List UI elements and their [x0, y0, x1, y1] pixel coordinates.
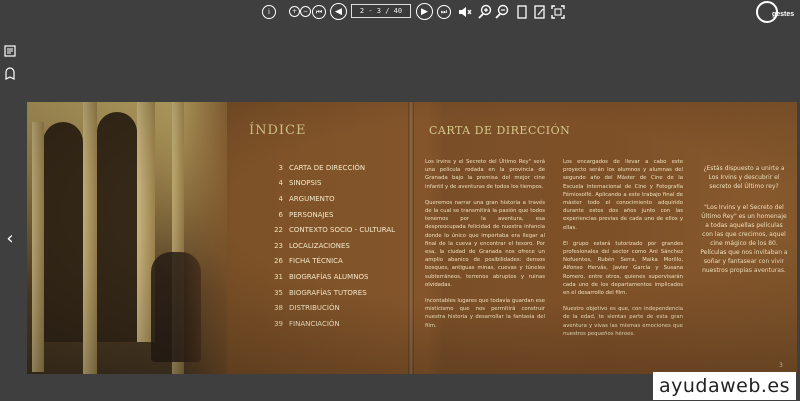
zoom-in-small-icon[interactable]: +: [289, 6, 300, 17]
toc-item[interactable]: 39 FINANCIACIÓN: [263, 316, 413, 332]
viewer-toolbar: i + − ⏮ ◀ 2 - 3 / 40 ▶ ⏭ gestes: [0, 0, 800, 26]
toc-item[interactable]: 38 DISTRIBUCIÓN: [263, 300, 413, 316]
letter-paragraph: Nuestro objetivo es que, con independenc…: [563, 306, 683, 337]
toc-item-number: 35: [274, 288, 283, 297]
letter-paragraph: "Los Irvins y el Secreto del Último Rey"…: [700, 204, 788, 274]
toc-item[interactable]: 35 BIOGRAFÍAS TUTORES: [263, 285, 413, 301]
toc-item-number: 38: [274, 304, 283, 313]
letter-paragraph: Queremos narrar una gran historia a trav…: [425, 199, 545, 288]
toc-item[interactable]: 6 PERSONAJES: [263, 207, 413, 223]
toc-item[interactable]: 3 CARTA DE DIRECCIÓN: [263, 160, 413, 176]
toc-item[interactable]: 22 CONTEXTO SOCIO - CULTURAL: [263, 222, 413, 238]
toc-item-label: BIOGRAFÍAS TUTORES: [289, 288, 367, 297]
site-watermark: ayudaweb.es: [653, 372, 796, 400]
toc-item-number: 4: [278, 179, 283, 188]
letter-column-3: ¿Estás dispuesto a unirte a Los Irvins y…: [699, 164, 789, 287]
first-page-icon[interactable]: ⏮: [312, 5, 326, 19]
letter-paragraph: El grupo estará tutorizado por grandes p…: [563, 240, 683, 297]
toc-item-number: 39: [274, 319, 283, 328]
info-icon[interactable]: i: [262, 5, 276, 19]
letter-paragraph: ¿Estás dispuesto a unirte a Los Irvins y…: [703, 165, 785, 190]
zoom-in-icon[interactable]: [477, 3, 493, 21]
toc-item[interactable]: 31 BIOGRAFÍAS ALUMNOS: [263, 269, 413, 285]
toc-item-number: 4: [278, 194, 283, 203]
next-page-icon[interactable]: ▶: [416, 3, 433, 20]
toc-item-label: ARGUMENTO: [289, 194, 335, 203]
toc-item-label: FINANCIACIÓN: [289, 319, 340, 328]
letter-paragraph: Los Irvins y el Secreto del Último Rey" …: [425, 159, 545, 190]
toc-item-label: CONTEXTO SOCIO - CULTURAL: [289, 226, 396, 235]
publisher-logo: gestes: [756, 1, 796, 25]
toc-item-label: LOCALIZACIONES: [289, 241, 350, 250]
toc-item-number: 26: [274, 257, 283, 266]
letter-column-2: Los encargados de llevar a cabo este pro…: [563, 158, 683, 346]
toc-item-label: SINOPSIS: [289, 179, 322, 188]
last-page-icon[interactable]: ⏭: [437, 5, 451, 19]
toc-item-label: DISTRIBUCIÓN: [289, 304, 340, 313]
toc-item-label: BIOGRAFÍAS ALUMNOS: [289, 272, 369, 281]
fullscreen-icon[interactable]: [551, 3, 565, 21]
letter-column-1: Los Irvins y el Secreto del Último Rey" …: [425, 158, 545, 338]
toc-item[interactable]: 4 ARGUMENTO: [263, 191, 413, 207]
sound-off-icon[interactable]: [458, 3, 472, 21]
toc-item-number: 23: [274, 241, 283, 250]
toc-item-label: CARTA DE DIRECCIÓN: [289, 163, 366, 172]
toc-item-number: 6: [278, 210, 283, 219]
table-of-contents-icon[interactable]: [3, 44, 17, 58]
bookmark-icon[interactable]: [3, 66, 17, 80]
previous-spread-arrow-icon[interactable]: ‹: [3, 228, 17, 249]
zoom-out-small-icon[interactable]: −: [300, 6, 311, 17]
single-page-icon[interactable]: [516, 3, 528, 21]
letter-paragraph: Incontables lugares que todavía guardan …: [425, 298, 545, 329]
index-title: ÍNDICE: [249, 123, 307, 138]
toc-item[interactable]: 26 FICHA TÉCNICA: [263, 254, 413, 270]
edit-page-icon[interactable]: [533, 3, 547, 21]
toc-item-label: PERSONAJES: [289, 210, 334, 219]
toc-item[interactable]: 4 SINOPSIS: [263, 176, 413, 192]
letter-title: CARTA DE DIRECCIÓN: [429, 124, 571, 137]
toc-item-number: 22: [274, 226, 283, 235]
page-indicator[interactable]: 2 - 3 / 40: [351, 4, 411, 18]
book-spread: ÍNDICE 3 CARTA DE DIRECCIÓN 4 SINOPSIS 4 ARGU…: [27, 102, 797, 374]
toc-item-label: FICHA TÉCNICA: [289, 257, 343, 266]
toc-item[interactable]: 23 LOCALIZACIONES: [263, 238, 413, 254]
toc-item-number: 31: [274, 272, 283, 281]
table-of-contents: 3 CARTA DE DIRECCIÓN 4 SINOPSIS 4 ARGUMENTO 6 P…: [263, 160, 413, 332]
toc-item-number: 3: [278, 163, 283, 172]
previous-page-icon[interactable]: ◀: [330, 3, 347, 20]
letter-paragraph: Los encargados de llevar a cabo este pro…: [563, 159, 683, 231]
zoom-out-icon[interactable]: [494, 3, 510, 21]
page-number: 3: [779, 362, 783, 369]
